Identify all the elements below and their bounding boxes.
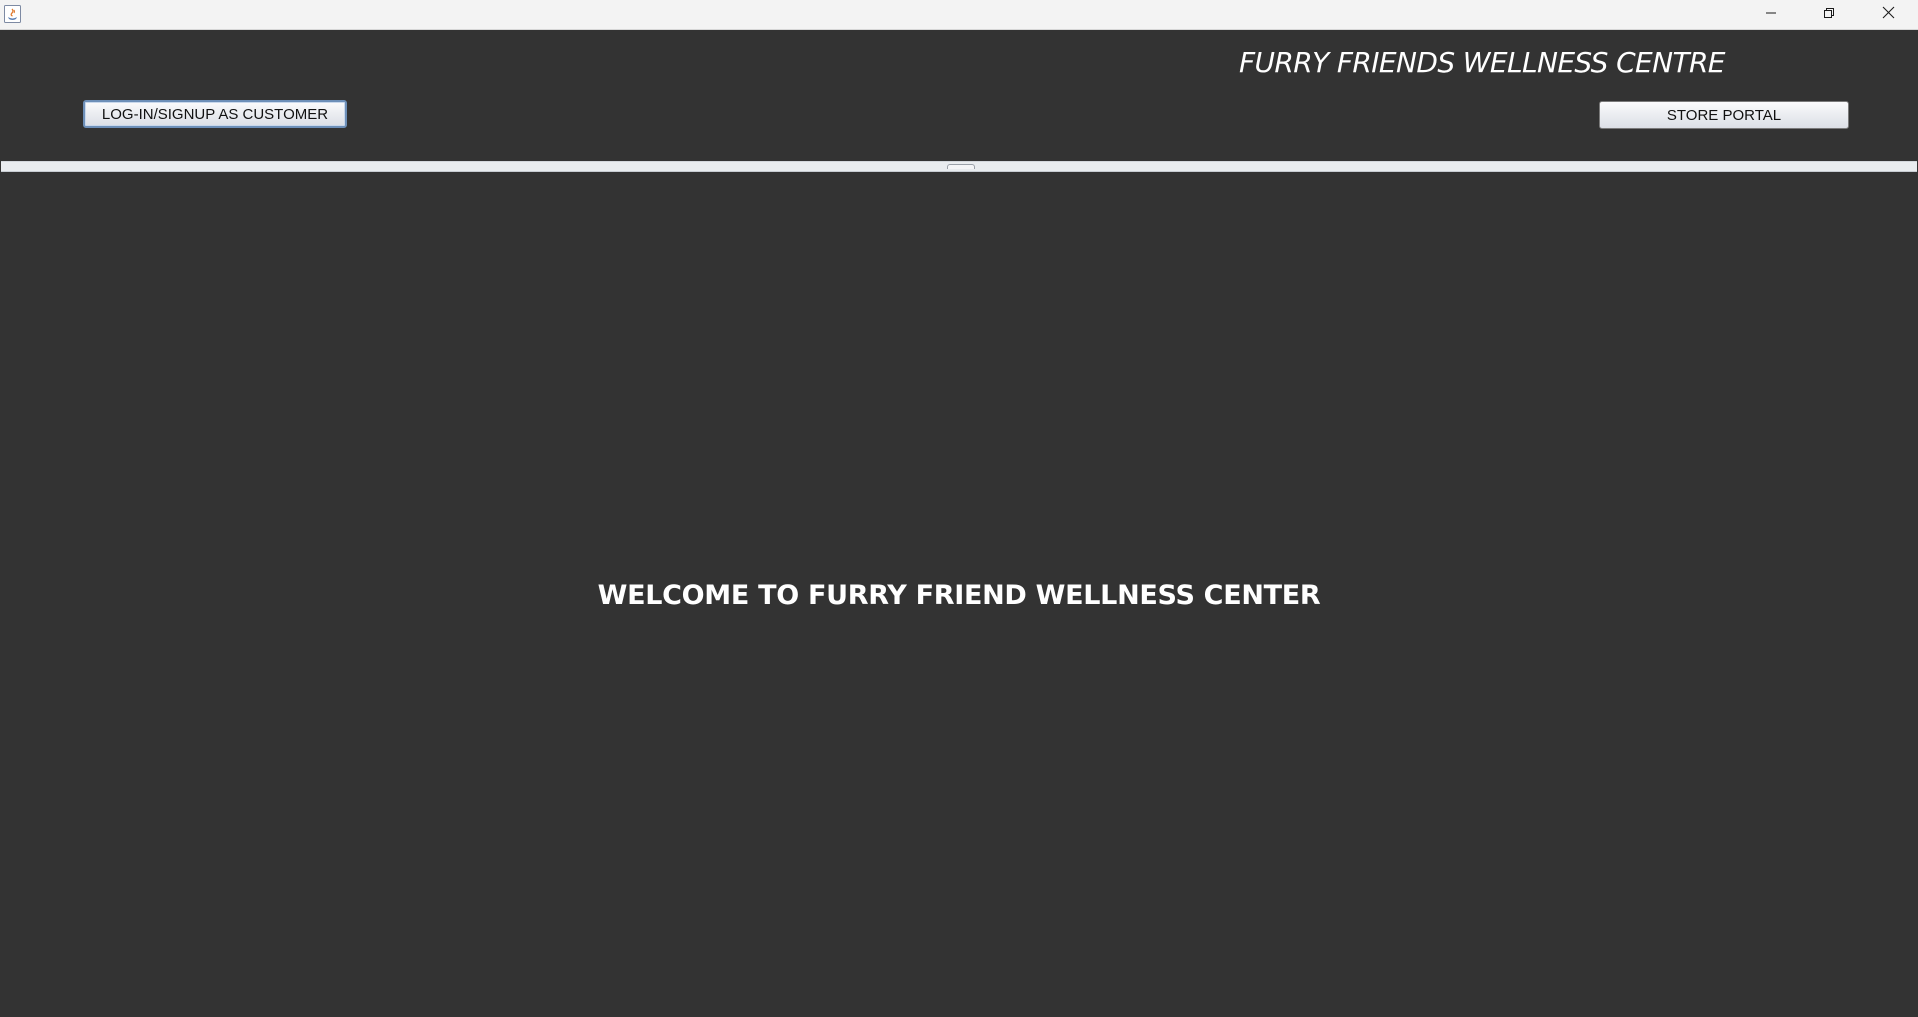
divider-grip-handle[interactable] — [947, 164, 975, 169]
app-title: FURRY FRIENDS WELLNESS CENTRE — [1239, 46, 1726, 79]
restore-button[interactable] — [1800, 0, 1858, 29]
main-panel: WELCOME TO FURRY FRIEND WELLNESS CENTER — [1, 172, 1917, 1017]
title-bar[interactable] — [0, 0, 1918, 30]
split-pane-divider[interactable] — [1, 161, 1917, 172]
app-window: FURRY FRIENDS WELLNESS CENTRE LOG-IN/SIG… — [0, 0, 1918, 1017]
minimize-button[interactable] — [1742, 0, 1800, 29]
minimize-icon — [1765, 6, 1777, 24]
restore-icon — [1823, 6, 1835, 24]
close-button[interactable] — [1859, 0, 1917, 29]
customer-login-button[interactable]: LOG-IN/SIGNUP AS CUSTOMER — [83, 100, 347, 128]
java-app-icon — [4, 5, 21, 23]
welcome-message: WELCOME TO FURRY FRIEND WELLNESS CENTER — [597, 580, 1321, 611]
header-panel: FURRY FRIENDS WELLNESS CENTRE LOG-IN/SIG… — [1, 30, 1917, 161]
close-icon — [1882, 6, 1895, 24]
store-portal-button[interactable]: STORE PORTAL — [1599, 101, 1849, 129]
